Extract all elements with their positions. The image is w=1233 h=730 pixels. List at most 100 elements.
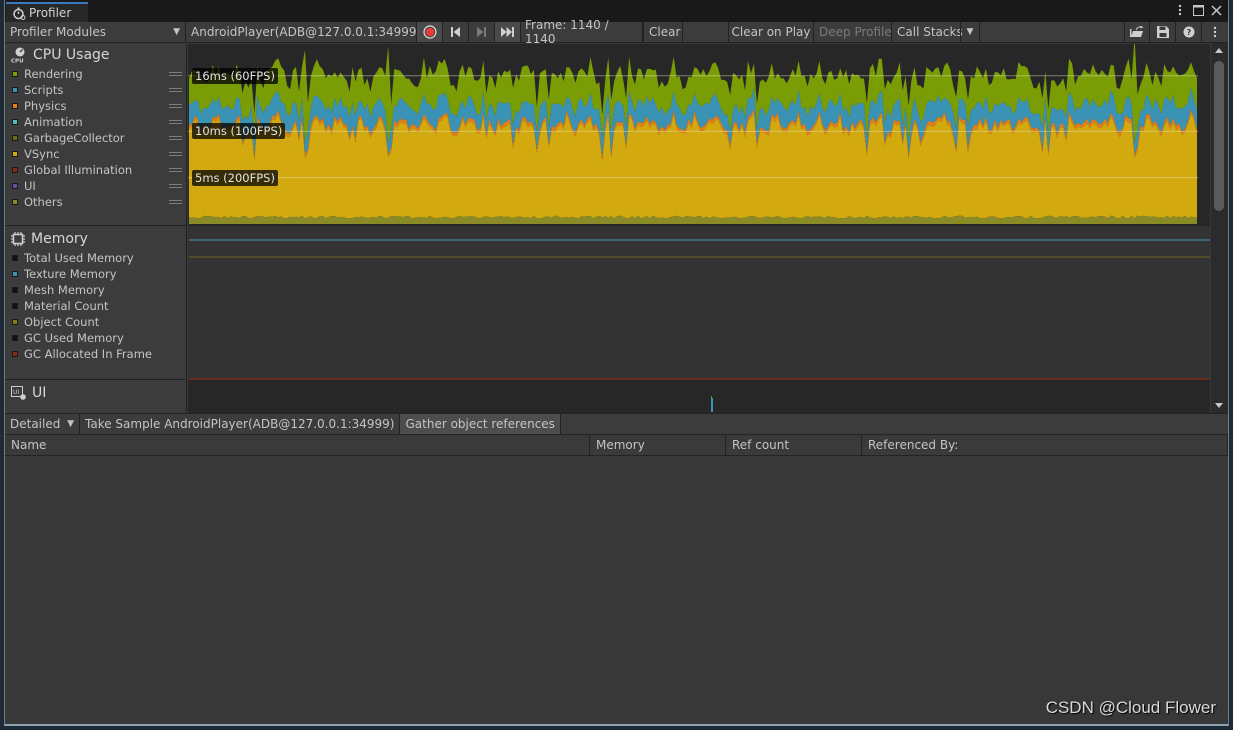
maximize-icon[interactable] [1192,3,1204,17]
drag-handle-icon[interactable] [169,168,182,172]
column-ref-count[interactable]: Ref count [726,435,862,455]
toolbar-fill [980,22,1124,42]
next-frame-button[interactable] [469,22,495,42]
clear-on-play-toggle[interactable]: Clear on Play [729,22,814,42]
memory-legend-item[interactable]: Total Used Memory [5,250,186,266]
cpu-module-panel[interactable]: CPU CPU Usage Rendering Scripts Physics Ani… [5,44,187,226]
legend-swatch[interactable] [12,271,18,277]
legend-swatch[interactable] [12,303,18,309]
legend-swatch[interactable] [12,103,18,109]
legend-swatch[interactable] [12,183,18,189]
memory-module-header[interactable]: Memory [5,228,186,250]
legend-swatch[interactable] [12,287,18,293]
legend-swatch[interactable] [12,71,18,77]
column-referenced-by[interactable]: Referenced By: [862,435,1228,455]
main-toolbar: Profiler Modules ▼ AndroidPlayer(ADB@127… [5,18,1228,46]
view-mode-dropdown[interactable]: Detailed ▼ [5,414,80,434]
memory-legend: Total Used Memory Texture Memory Mesh Memo… [5,250,186,362]
load-button[interactable] [1124,22,1150,42]
cpu-legend-item[interactable]: Others [5,194,186,210]
marker-label-5ms: 5ms (200FPS) [192,169,278,186]
deep-profile-toggle[interactable]: Deep Profile [814,22,892,42]
more-options-button[interactable] [1202,22,1228,42]
record-icon [422,25,437,39]
drag-handle-icon[interactable] [169,88,182,92]
legend-label: Physics [24,99,67,113]
cpu-legend-item[interactable]: UI [5,178,186,194]
memory-legend-item[interactable]: GC Used Memory [5,330,186,346]
ui-module-title: UI [32,385,47,401]
close-icon[interactable] [1210,3,1222,17]
drag-handle-icon[interactable] [169,152,182,156]
cpu-legend-item[interactable]: Scripts [5,82,186,98]
drag-handle-icon[interactable] [169,104,182,108]
profiler-window: Profiler Profiler Modules ▼ AndroidPlaye… [4,0,1229,726]
memory-legend-item[interactable]: Object Count [5,314,186,330]
legend-swatch[interactable] [12,255,18,261]
legend-swatch[interactable] [12,319,18,325]
record-button[interactable] [417,22,443,42]
table-header: Name Memory Ref count Referenced By: [5,435,1228,456]
current-frame-button[interactable] [495,22,521,42]
legend-swatch[interactable] [12,167,18,173]
legend-swatch[interactable] [12,151,18,157]
clear-button[interactable]: Clear [643,22,683,42]
cpu-chart[interactable]: 16ms (60FPS) 10ms (100FPS) 5ms (200FPS) [188,44,1210,226]
previous-frame-button[interactable] [443,22,469,42]
memory-legend-item[interactable]: GC Allocated In Frame [5,346,186,362]
drag-handle-icon[interactable] [169,200,182,204]
svg-text:CPU: CPU [11,59,24,64]
scroll-down-icon[interactable] [1215,403,1223,408]
watermark: CSDN @Cloud Flower [1045,698,1216,717]
save-button[interactable] [1150,22,1176,42]
legend-swatch[interactable] [12,119,18,125]
legend-swatch[interactable] [12,199,18,205]
ui-chart[interactable] [188,380,1210,413]
profiler-tab[interactable]: Profiler [6,2,88,22]
drag-handle-icon[interactable] [169,120,182,124]
memory-chart[interactable] [188,226,1210,380]
cpu-legend-item[interactable]: Global Illumination [5,162,186,178]
gather-object-references-toggle[interactable]: Gather object references [400,414,561,434]
ui-module-panel[interactable]: UI UI [5,380,187,413]
target-player-dropdown[interactable]: AndroidPlayer(ADB@127.0.0.1:34999) ▼ [186,22,431,42]
skip-to-end-icon [500,27,514,37]
save-icon [1156,26,1169,38]
memory-legend-item[interactable]: Material Count [5,298,186,314]
legend-label: Material Count [24,299,109,313]
call-stacks-toggle[interactable]: Call Stacks [892,22,963,42]
legend-label: Mesh Memory [24,283,105,297]
scrollbar-thumb[interactable] [1214,61,1224,211]
step-forward-icon [477,27,486,37]
call-stacks-dropdown[interactable]: ▼ [960,22,980,42]
memory-legend-item[interactable]: Texture Memory [5,266,186,282]
scroll-up-icon[interactable] [1215,48,1223,53]
cpu-legend-item[interactable]: GarbageCollector [5,130,186,146]
help-button[interactable]: ? [1176,22,1202,42]
cpu-legend-item[interactable]: VSync [5,146,186,162]
cpu-legend-item[interactable]: Rendering [5,66,186,82]
take-sample-button[interactable]: Take Sample AndroidPlayer(ADB@127.0.0.1:… [80,414,401,434]
memory-module-panel[interactable]: Memory Total Used Memory Texture Memory Me… [5,226,187,380]
cpu-legend-item[interactable]: Animation [5,114,186,130]
column-name[interactable]: Name [5,435,590,455]
ui-module-header[interactable]: UI UI [5,382,186,404]
column-memory[interactable]: Memory [590,435,726,455]
legend-swatch[interactable] [12,135,18,141]
modules-scrollbar[interactable] [1211,43,1228,413]
legend-swatch[interactable] [12,351,18,357]
legend-swatch[interactable] [12,87,18,93]
drag-handle-icon[interactable] [169,184,182,188]
legend-label: Total Used Memory [24,251,134,265]
cpu-module-header[interactable]: CPU CPU Usage [5,44,186,66]
cpu-legend-item[interactable]: Physics [5,98,186,114]
drag-handle-icon[interactable] [169,136,182,140]
drag-handle-icon[interactable] [169,72,182,76]
frame-counter: Frame: 1140 / 1140 [521,18,643,46]
kebab-icon[interactable] [1174,3,1186,17]
profiler-modules-dropdown[interactable]: Profiler Modules ▼ [5,22,186,42]
legend-swatch[interactable] [12,335,18,341]
profiler-modules-label: Profiler Modules [10,25,106,39]
memory-legend-item[interactable]: Mesh Memory [5,282,186,298]
tab-title: Profiler [29,6,72,20]
